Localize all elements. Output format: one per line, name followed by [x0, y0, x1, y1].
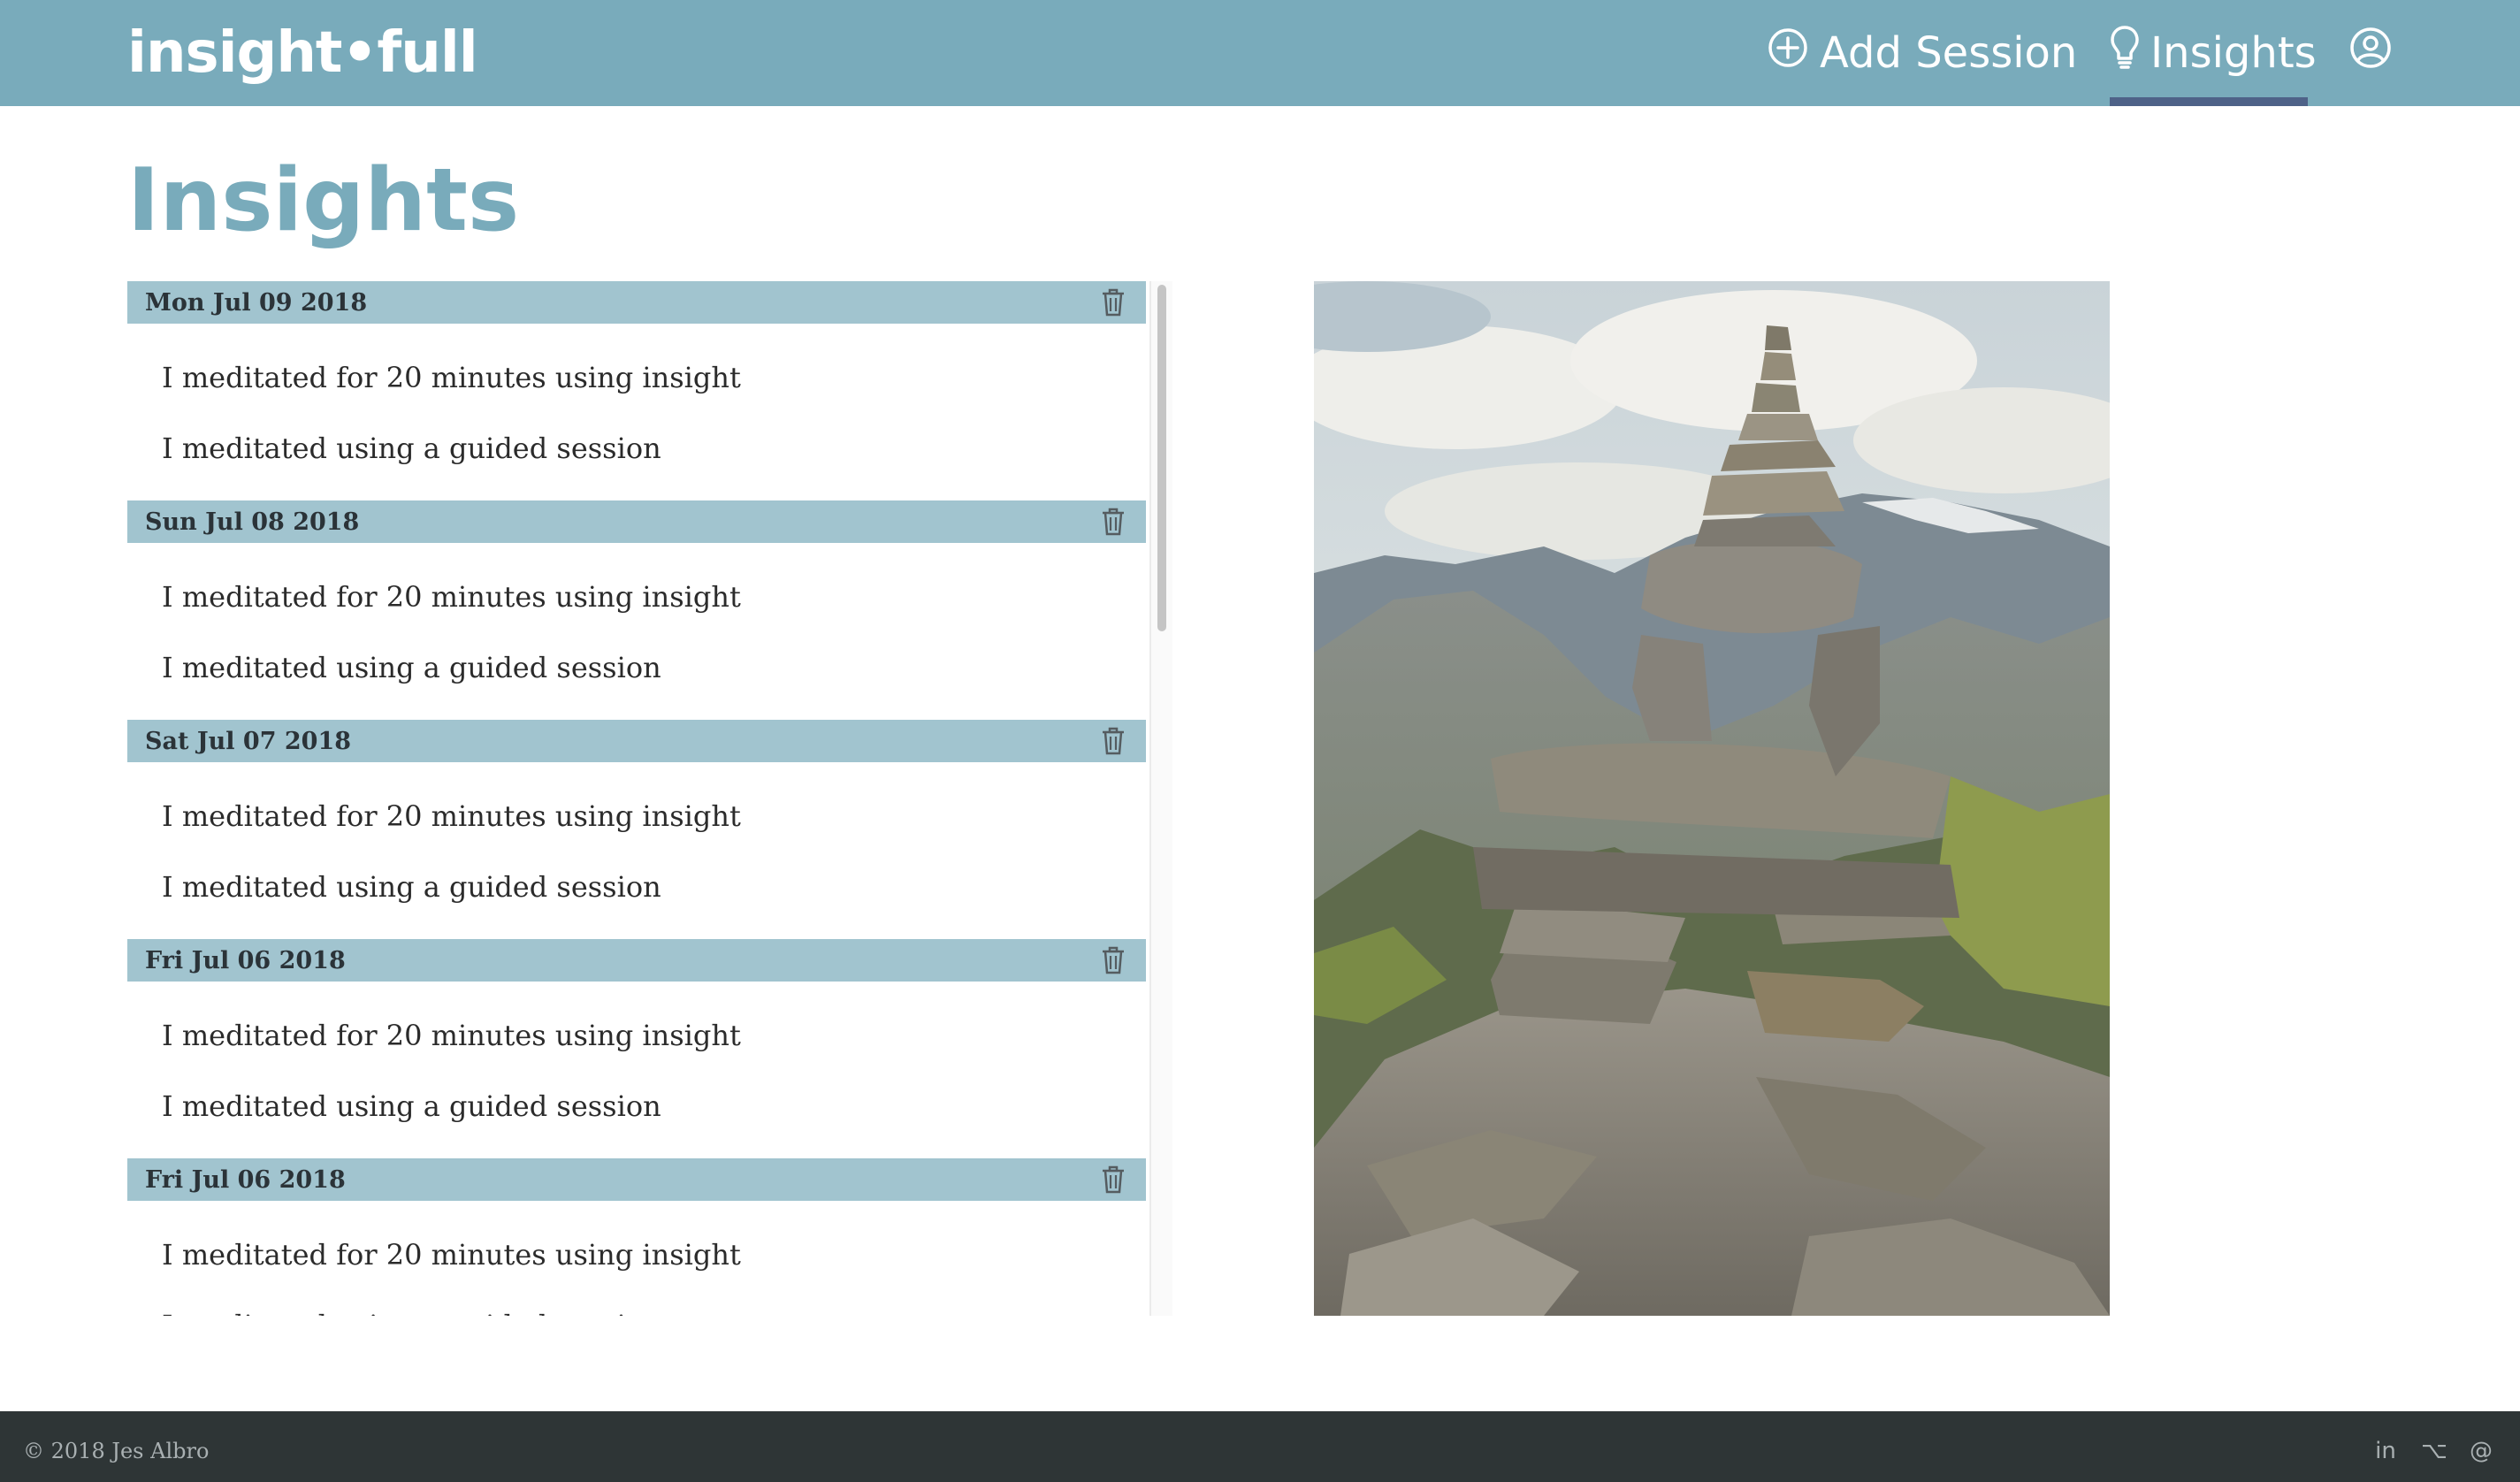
- trash-icon[interactable]: [1098, 725, 1128, 757]
- lightbulb-icon: [2110, 25, 2140, 81]
- insight-entry: I meditated for 20 minutes using insight: [162, 799, 741, 833]
- insight-entry: I meditated for 20 minutes using insight: [162, 580, 741, 614]
- day-group: Fri Jul 06 2018 I meditated for 20 minute…: [127, 1158, 1146, 1316]
- day-date: Fri Jul 06 2018: [145, 946, 346, 974]
- day-header: Mon Jul 09 2018: [127, 281, 1146, 324]
- trash-icon[interactable]: [1098, 944, 1128, 976]
- add-session-label: Add Session: [1820, 28, 2078, 78]
- insights-link[interactable]: Insights: [2110, 0, 2317, 106]
- top-nav-bar: insight•full Add Session Insights: [0, 0, 2520, 106]
- social-links: in ⌥ @: [2373, 1411, 2493, 1482]
- day-group: Sun Jul 08 2018 I meditated for 20 minute…: [127, 500, 1146, 720]
- insights-label: Insights: [2150, 28, 2317, 78]
- day-header: Fri Jul 06 2018: [127, 939, 1146, 982]
- insights-list[interactable]: Mon Jul 09 2018 I meditated for 20 minute…: [127, 281, 1172, 1316]
- day-group: Mon Jul 09 2018 I meditated for 20 minute…: [127, 281, 1146, 500]
- insight-entry: I meditated for 20 minutes using insight: [162, 1238, 741, 1272]
- day-header: Fri Jul 06 2018: [127, 1158, 1146, 1201]
- user-circle-icon: [2348, 26, 2393, 80]
- insight-entry: I meditated for 20 minutes using insight: [162, 1019, 741, 1052]
- active-tab-indicator: [2110, 97, 2308, 106]
- day-date: Mon Jul 09 2018: [145, 288, 368, 317]
- day-entries: I meditated for 20 minutes using insight…: [127, 1201, 1146, 1316]
- day-date: Sun Jul 08 2018: [145, 508, 360, 536]
- insight-entry: I meditated for 20 minutes using insight: [162, 361, 741, 394]
- day-header: Sat Jul 07 2018: [127, 720, 1146, 762]
- insights-list-content: Mon Jul 09 2018 I meditated for 20 minute…: [127, 281, 1146, 1316]
- day-group: Sat Jul 07 2018 I meditated for 20 minute…: [127, 720, 1146, 939]
- scrollbar[interactable]: [1149, 281, 1172, 1316]
- day-header: Sun Jul 08 2018: [127, 500, 1146, 543]
- insight-entry: I meditated using a guided session: [162, 432, 661, 465]
- trash-icon[interactable]: [1098, 1164, 1128, 1196]
- day-group: Fri Jul 06 2018 I meditated for 20 minute…: [127, 939, 1146, 1158]
- cairn-mountain-photo: [1314, 281, 2110, 1316]
- trash-icon[interactable]: [1098, 506, 1128, 538]
- account-button[interactable]: [2348, 0, 2393, 106]
- add-session-link[interactable]: Add Session: [1767, 0, 2077, 106]
- page-title: Insights: [127, 150, 520, 251]
- plus-circle-icon: [1767, 27, 1809, 80]
- trash-icon[interactable]: [1098, 286, 1128, 318]
- brand-logo[interactable]: insight•full: [127, 16, 478, 90]
- insight-entry: I meditated using a guided session: [162, 870, 661, 904]
- insight-entry: I meditated using a guided session: [127, 1303, 1146, 1316]
- scrollbar-thumb[interactable]: [1157, 285, 1166, 631]
- insight-entry: I meditated using a guided session: [162, 651, 661, 684]
- github-icon[interactable]: ⌥: [2421, 1438, 2447, 1464]
- linkedin-icon[interactable]: in: [2373, 1438, 2398, 1464]
- day-entries: I meditated for 20 minutes using insight…: [127, 982, 1146, 1158]
- copyright-text: © 2018 Jes Albro: [23, 1439, 210, 1463]
- email-icon[interactable]: @: [2469, 1438, 2493, 1464]
- day-date: Sat Jul 07 2018: [145, 727, 352, 755]
- day-entries: I meditated for 20 minutes using insight…: [127, 762, 1146, 939]
- day-entries: I meditated for 20 minutes using insight…: [127, 324, 1146, 500]
- insight-entry: I meditated using a guided session: [162, 1089, 661, 1123]
- page-footer: © 2018 Jes Albro in ⌥ @: [0, 1411, 2520, 1482]
- day-entries: I meditated for 20 minutes using insight…: [127, 543, 1146, 720]
- day-date: Fri Jul 06 2018: [145, 1165, 346, 1194]
